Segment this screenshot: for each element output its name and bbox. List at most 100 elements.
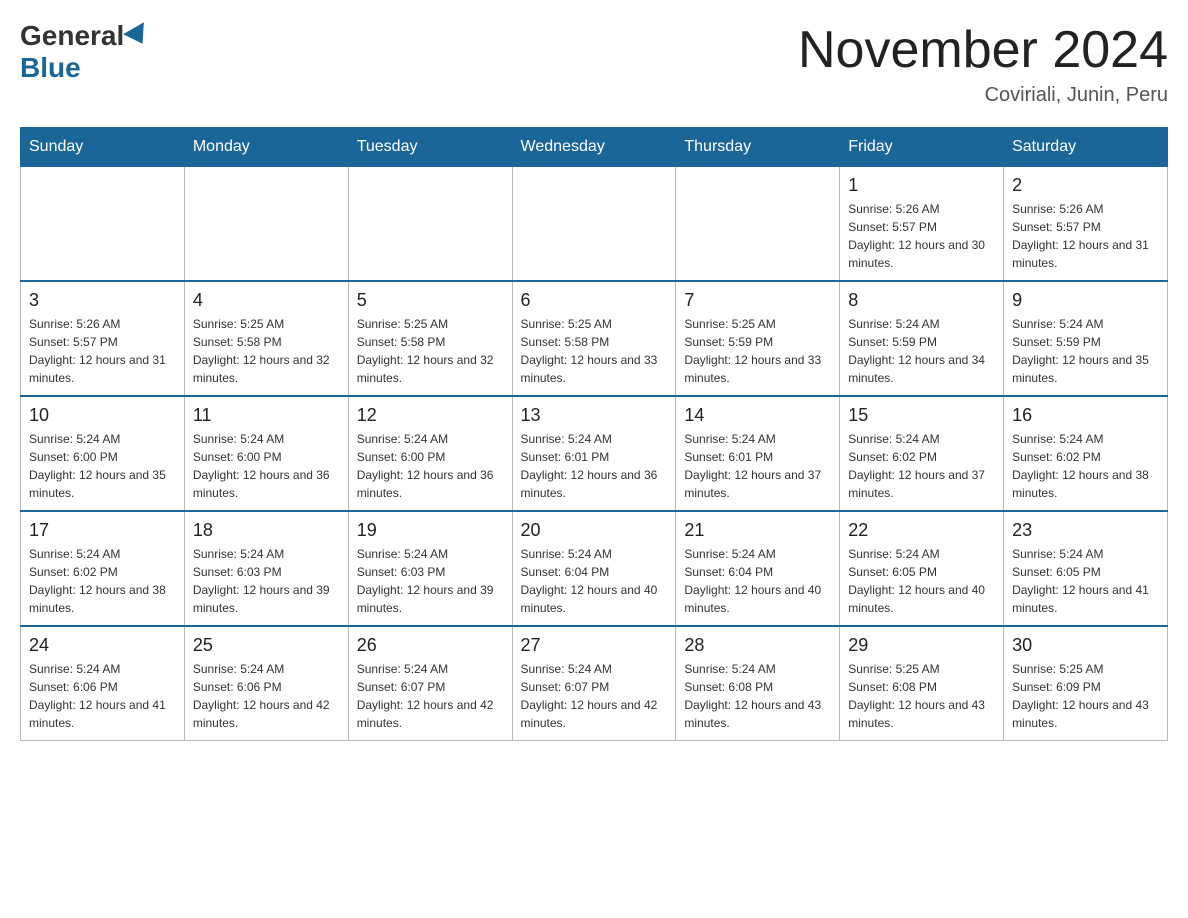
day-number: 12	[357, 405, 504, 426]
day-number: 6	[521, 290, 668, 311]
logo-general: General	[20, 20, 124, 52]
day-info: Sunrise: 5:24 AMSunset: 6:00 PMDaylight:…	[29, 430, 176, 502]
day-number: 1	[848, 175, 995, 196]
day-info: Sunrise: 5:25 AMSunset: 5:58 PMDaylight:…	[357, 315, 504, 387]
calendar-cell: 14Sunrise: 5:24 AMSunset: 6:01 PMDayligh…	[676, 396, 840, 511]
day-info: Sunrise: 5:26 AMSunset: 5:57 PMDaylight:…	[848, 200, 995, 272]
day-info: Sunrise: 5:24 AMSunset: 6:00 PMDaylight:…	[193, 430, 340, 502]
calendar-cell: 16 Sunrise: 5:24 AMSunset: 6:02 PMDayligh…	[1004, 396, 1168, 511]
day-number: 30	[1012, 635, 1159, 656]
day-info: Sunrise: 5:25 AMSunset: 6:09 PMDaylight:…	[1012, 660, 1159, 732]
logo-blue: Blue	[20, 52, 81, 84]
calendar-cell: 7Sunrise: 5:25 AMSunset: 5:59 PMDaylight…	[676, 281, 840, 396]
day-number: 17	[29, 520, 176, 541]
calendar-cell: 8 Sunrise: 5:24 AMSunset: 5:59 PMDaylight…	[840, 281, 1004, 396]
day-number: 11	[193, 405, 340, 426]
calendar-header-row: Sunday Monday Tuesday Wednesday Thursday…	[21, 128, 1168, 167]
calendar-cell: 19 Sunrise: 5:24 AMSunset: 6:03 PMDayligh…	[348, 511, 512, 626]
calendar-cell	[512, 167, 676, 282]
day-info: Sunrise: 5:24 AMSunset: 6:02 PMDaylight:…	[1012, 430, 1159, 502]
calendar-week-row-2: 3 Sunrise: 5:26 AMSunset: 5:57 PMDaylight…	[21, 281, 1168, 396]
day-info: Sunrise: 5:24 AMSunset: 6:02 PMDaylight:…	[848, 430, 995, 502]
logo-text: General	[20, 20, 152, 52]
location-text: Coviriali, Junin, Peru	[798, 84, 1168, 107]
col-saturday: Saturday	[1004, 128, 1168, 167]
calendar-cell: 18 Sunrise: 5:24 AMSunset: 6:03 PMDayligh…	[184, 511, 348, 626]
day-info: Sunrise: 5:24 AMSunset: 6:08 PMDaylight:…	[684, 660, 831, 732]
col-thursday: Thursday	[676, 128, 840, 167]
calendar-cell: 1 Sunrise: 5:26 AMSunset: 5:57 PMDaylight…	[840, 167, 1004, 282]
col-sunday: Sunday	[21, 128, 185, 167]
day-number: 14	[684, 405, 831, 426]
day-number: 23	[1012, 520, 1159, 541]
day-info: Sunrise: 5:24 AMSunset: 6:00 PMDaylight:…	[357, 430, 504, 502]
calendar-cell: 10Sunrise: 5:24 AMSunset: 6:00 PMDayligh…	[21, 396, 185, 511]
title-section: November 2024 Coviriali, Junin, Peru	[798, 20, 1168, 107]
col-monday: Monday	[184, 128, 348, 167]
day-info: Sunrise: 5:24 AMSunset: 6:05 PMDaylight:…	[848, 545, 995, 617]
calendar-cell: 28 Sunrise: 5:24 AMSunset: 6:08 PMDayligh…	[676, 626, 840, 741]
day-info: Sunrise: 5:24 AMSunset: 6:07 PMDaylight:…	[357, 660, 504, 732]
day-info: Sunrise: 5:24 AMSunset: 6:02 PMDaylight:…	[29, 545, 176, 617]
day-number: 21	[684, 520, 831, 541]
day-number: 16	[1012, 405, 1159, 426]
day-info: Sunrise: 5:26 AMSunset: 5:57 PMDaylight:…	[29, 315, 176, 387]
day-number: 28	[684, 635, 831, 656]
day-number: 13	[521, 405, 668, 426]
calendar-cell: 23 Sunrise: 5:24 AMSunset: 6:05 PMDayligh…	[1004, 511, 1168, 626]
calendar-cell: 12 Sunrise: 5:24 AMSunset: 6:00 PMDayligh…	[348, 396, 512, 511]
calendar-cell	[676, 167, 840, 282]
calendar-cell: 11 Sunrise: 5:24 AMSunset: 6:00 PMDayligh…	[184, 396, 348, 511]
day-info: Sunrise: 5:24 AMSunset: 6:04 PMDaylight:…	[521, 545, 668, 617]
day-info: Sunrise: 5:24 AMSunset: 5:59 PMDaylight:…	[848, 315, 995, 387]
day-info: Sunrise: 5:24 AMSunset: 6:03 PMDaylight:…	[357, 545, 504, 617]
calendar-cell: 20Sunrise: 5:24 AMSunset: 6:04 PMDayligh…	[512, 511, 676, 626]
calendar-week-row-4: 17 Sunrise: 5:24 AMSunset: 6:02 PMDayligh…	[21, 511, 1168, 626]
calendar-week-row-3: 10Sunrise: 5:24 AMSunset: 6:00 PMDayligh…	[21, 396, 1168, 511]
day-info: Sunrise: 5:24 AMSunset: 6:06 PMDaylight:…	[29, 660, 176, 732]
day-info: Sunrise: 5:24 AMSunset: 6:06 PMDaylight:…	[193, 660, 340, 732]
day-info: Sunrise: 5:25 AMSunset: 6:08 PMDaylight:…	[848, 660, 995, 732]
calendar-cell	[348, 167, 512, 282]
col-friday: Friday	[840, 128, 1004, 167]
day-number: 24	[29, 635, 176, 656]
logo-triangle-icon	[123, 22, 153, 50]
day-number: 8	[848, 290, 995, 311]
calendar-cell: 30 Sunrise: 5:25 AMSunset: 6:09 PMDayligh…	[1004, 626, 1168, 741]
calendar-cell: 24 Sunrise: 5:24 AMSunset: 6:06 PMDayligh…	[21, 626, 185, 741]
logo: General Blue	[20, 20, 152, 84]
day-info: Sunrise: 5:24 AMSunset: 6:05 PMDaylight:…	[1012, 545, 1159, 617]
calendar-week-row-1: 1 Sunrise: 5:26 AMSunset: 5:57 PMDaylight…	[21, 167, 1168, 282]
calendar-cell: 17 Sunrise: 5:24 AMSunset: 6:02 PMDayligh…	[21, 511, 185, 626]
day-info: Sunrise: 5:24 AMSunset: 6:03 PMDaylight:…	[193, 545, 340, 617]
day-number: 5	[357, 290, 504, 311]
calendar-cell: 26 Sunrise: 5:24 AMSunset: 6:07 PMDayligh…	[348, 626, 512, 741]
day-number: 26	[357, 635, 504, 656]
calendar-table: Sunday Monday Tuesday Wednesday Thursday…	[20, 127, 1168, 741]
day-number: 18	[193, 520, 340, 541]
calendar-cell: 29Sunrise: 5:25 AMSunset: 6:08 PMDayligh…	[840, 626, 1004, 741]
calendar-cell: 22Sunrise: 5:24 AMSunset: 6:05 PMDayligh…	[840, 511, 1004, 626]
calendar-cell: 5 Sunrise: 5:25 AMSunset: 5:58 PMDaylight…	[348, 281, 512, 396]
page-header: General Blue November 2024 Coviriali, Ju…	[20, 20, 1168, 107]
calendar-cell: 4Sunrise: 5:25 AMSunset: 5:58 PMDaylight…	[184, 281, 348, 396]
day-info: Sunrise: 5:24 AMSunset: 6:01 PMDaylight:…	[521, 430, 668, 502]
calendar-cell: 15Sunrise: 5:24 AMSunset: 6:02 PMDayligh…	[840, 396, 1004, 511]
day-number: 4	[193, 290, 340, 311]
calendar-cell: 27Sunrise: 5:24 AMSunset: 6:07 PMDayligh…	[512, 626, 676, 741]
day-number: 9	[1012, 290, 1159, 311]
day-info: Sunrise: 5:24 AMSunset: 6:04 PMDaylight:…	[684, 545, 831, 617]
calendar-cell: 6 Sunrise: 5:25 AMSunset: 5:58 PMDaylight…	[512, 281, 676, 396]
day-number: 19	[357, 520, 504, 541]
col-wednesday: Wednesday	[512, 128, 676, 167]
day-number: 7	[684, 290, 831, 311]
day-info: Sunrise: 5:25 AMSunset: 5:58 PMDaylight:…	[521, 315, 668, 387]
calendar-cell	[184, 167, 348, 282]
calendar-cell: 9Sunrise: 5:24 AMSunset: 5:59 PMDaylight…	[1004, 281, 1168, 396]
calendar-cell	[21, 167, 185, 282]
month-title: November 2024	[798, 20, 1168, 80]
calendar-cell: 13 Sunrise: 5:24 AMSunset: 6:01 PMDayligh…	[512, 396, 676, 511]
calendar-cell: 3 Sunrise: 5:26 AMSunset: 5:57 PMDaylight…	[21, 281, 185, 396]
day-number: 27	[521, 635, 668, 656]
day-number: 3	[29, 290, 176, 311]
